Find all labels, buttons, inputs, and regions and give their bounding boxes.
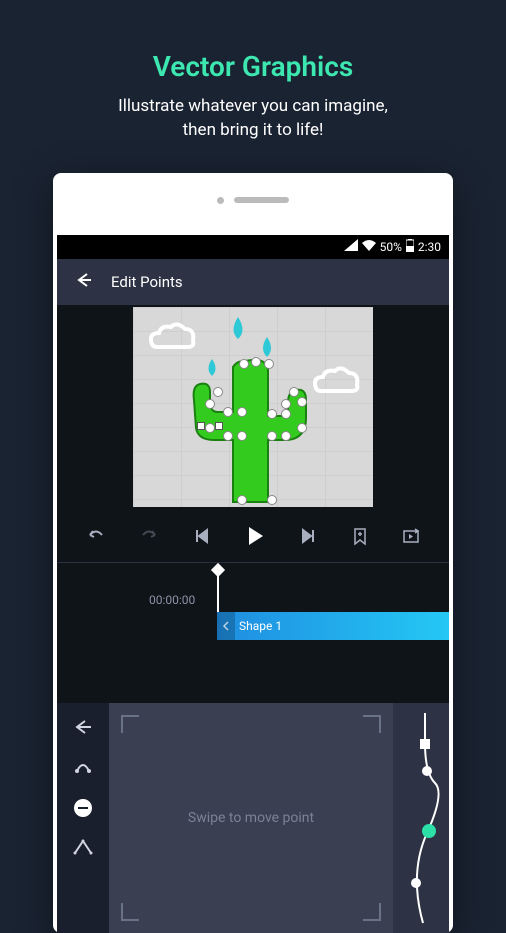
canvas-area[interactable] [57, 305, 449, 510]
playback-bar [57, 510, 449, 562]
promo-title: Vector Graphics [30, 50, 476, 83]
track-label: Shape 1 [239, 619, 282, 633]
cloud-shape-1 [147, 321, 199, 353]
curve-node[interactable] [411, 878, 421, 888]
chevron-left-icon [222, 620, 230, 632]
curve-node[interactable] [420, 739, 430, 749]
phone-frame: 50% 2:30 Edit Points [53, 173, 453, 933]
clock: 2:30 [418, 240, 441, 254]
undo-icon [85, 525, 107, 547]
timeline[interactable]: 00:00:00 Shape 1 [57, 562, 449, 640]
curve-preview[interactable] [393, 703, 449, 933]
play-icon [242, 523, 268, 549]
editor-panel: Swipe to move point [57, 703, 449, 933]
curve-tool-button[interactable] [73, 757, 93, 777]
skip-end-icon [299, 526, 319, 546]
tool-sidebar [57, 703, 109, 933]
raindrop-1 [229, 317, 247, 341]
move-hint: Swipe to move point [188, 810, 314, 826]
signal-icon [344, 239, 358, 254]
skip-end-button[interactable] [299, 526, 319, 546]
curve-node[interactable] [422, 766, 432, 776]
move-pad[interactable]: Swipe to move point [121, 715, 381, 921]
wifi-icon [362, 239, 376, 254]
arrow-left-icon [73, 270, 93, 290]
edit-handle[interactable] [215, 422, 223, 430]
corner-icon [73, 839, 93, 855]
redo-icon [138, 525, 160, 547]
back-tool-button[interactable] [73, 719, 93, 735]
bookmark-add-icon [350, 526, 370, 546]
replay-icon [401, 526, 421, 546]
undo-button[interactable] [85, 525, 107, 547]
battery-pct: 50% [380, 240, 402, 254]
app-header: Edit Points [57, 259, 449, 305]
redo-button[interactable] [138, 525, 160, 547]
status-bar: 50% 2:30 [57, 235, 449, 259]
skip-start-icon [191, 526, 211, 546]
edit-handle[interactable] [197, 422, 205, 430]
battery-icon [406, 239, 414, 255]
skip-start-button[interactable] [191, 526, 211, 546]
point-editor: Swipe to move point [109, 703, 449, 933]
remove-point-button[interactable] [74, 799, 92, 817]
play-button[interactable] [242, 523, 268, 549]
timecode: 00:00:00 [149, 593, 195, 607]
page-title: Edit Points [111, 273, 183, 291]
arrow-left-icon [73, 719, 93, 735]
active-curve-node[interactable] [422, 824, 436, 838]
curve-icon [73, 757, 93, 777]
cloud-shape-2 [311, 365, 363, 397]
corner-tool-button[interactable] [73, 839, 93, 855]
promo-subtitle: Illustrate whatever you can imagine, the… [30, 95, 476, 143]
timeline-track[interactable]: Shape 1 [217, 612, 449, 640]
replay-button[interactable] [401, 526, 421, 546]
back-button[interactable] [73, 270, 93, 293]
bookmark-button[interactable] [350, 526, 370, 546]
track-handle[interactable] [217, 612, 235, 640]
